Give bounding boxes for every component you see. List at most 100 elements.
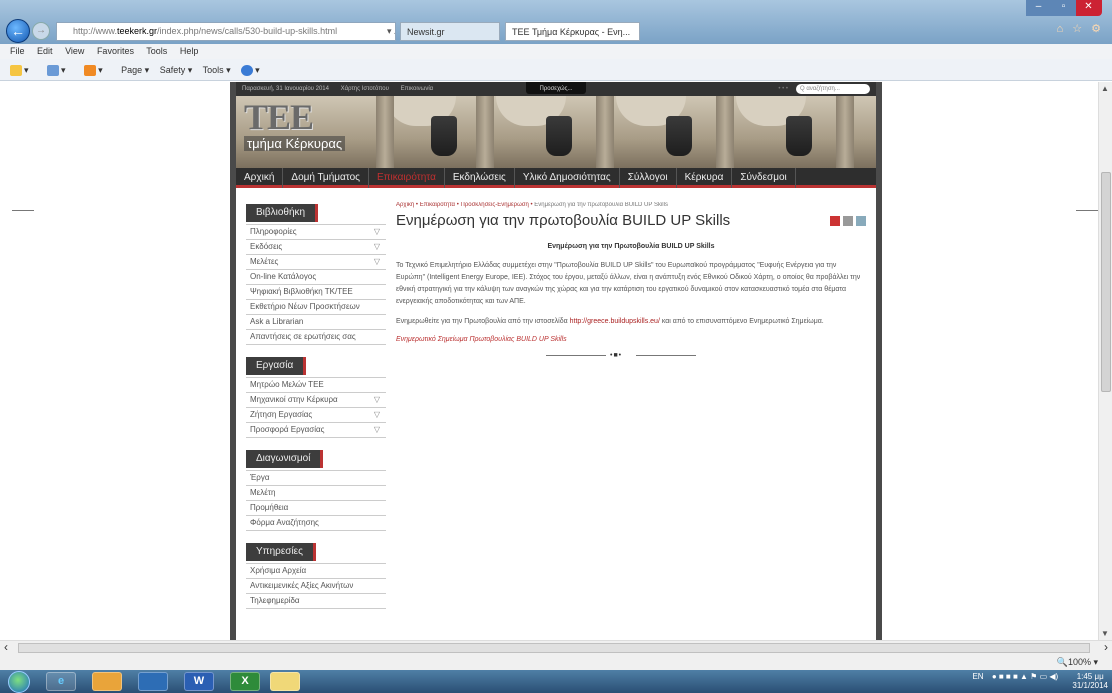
sidebar-item-label: Ψηφιακή Βιβλιοθήκη ΤΚ/ΤΕΕ xyxy=(250,287,353,296)
header-banner: ΤΕΕ τμήμα Κέρκυρας xyxy=(236,96,876,168)
nav-corfu[interactable]: Κέρκυρα xyxy=(677,168,733,188)
back-button[interactable]: ← xyxy=(6,19,30,43)
address-bar[interactable]: http://www.teekerk.gr/index.php/news/cal… xyxy=(56,22,396,41)
sidebar-item[interactable]: Μηχανικοί στην Κέρκυρα ▽ xyxy=(246,393,386,408)
contact-link[interactable]: Επικοινωνία xyxy=(401,86,434,92)
tab-newsit[interactable]: Newsit.gr xyxy=(400,22,500,41)
clock[interactable]: 1:45 μμ 31/1/2014 xyxy=(1066,672,1108,690)
address-bar-icons[interactable]: ▾ ⌕ C xyxy=(387,23,395,40)
pdf-icon[interactable] xyxy=(830,216,840,226)
sidebar-item[interactable]: Προμήθεια xyxy=(246,501,386,516)
media-taskbar-button[interactable] xyxy=(138,672,168,691)
help-icon xyxy=(241,65,254,77)
email-icon[interactable] xyxy=(856,216,866,226)
banner-pillar xyxy=(836,96,854,168)
breadcrumb-separator: • xyxy=(456,202,459,208)
sidebar-item[interactable]: Φόρμα Αναζήτησης xyxy=(246,516,386,531)
sidebar-item-label: On-line Κατάλογος xyxy=(250,272,317,281)
chevron-down-icon: ▽ xyxy=(373,227,380,236)
minimize-button[interactable]: – xyxy=(1026,0,1051,16)
menu-tools[interactable]: Tools xyxy=(146,46,167,56)
horizontal-scrollbar[interactable]: ‹ › xyxy=(0,640,1112,654)
explorer-taskbar-button[interactable] xyxy=(92,672,122,691)
attachment-link[interactable]: Ενημερωτικό Σημείωμα Πρωτοβουλίας BUILD … xyxy=(396,336,866,343)
breadcrumb-home[interactable]: Αρχική xyxy=(396,202,414,208)
tray-icons[interactable]: ● ■ ■ ■ ▲ ⚑ ▭ ◀) xyxy=(992,672,1058,681)
sidebar-item[interactable]: Εκθετήριο Νέων Προσκτήσεων xyxy=(246,300,386,315)
breadcrumb-current: Ενημέρωση για την πρωτοβουλία BUILD UP S… xyxy=(534,202,668,208)
sidebar-item[interactable]: Μελέτη xyxy=(246,486,386,501)
sidebar-item[interactable]: Μητρώο Μελών ΤΕΕ xyxy=(246,378,386,393)
maximize-button[interactable]: ▫ xyxy=(1051,0,1076,16)
sidebar-item[interactable]: Ζήτηση Εργασίας ▽ xyxy=(246,408,386,423)
menu-favorites[interactable]: Favorites xyxy=(97,46,134,56)
cmd-favorites[interactable]: ▾ xyxy=(10,65,37,77)
sitemap-link[interactable]: Χάρτης Ιστοτόπου xyxy=(341,86,389,92)
scroll-right-icon[interactable]: › xyxy=(1104,640,1108,654)
tab-tee[interactable]: TEE Τμήμα Κέρκυρας - Ενη...× xyxy=(505,22,640,41)
url-path: /index.php/news/calls/530-build-up-skill… xyxy=(157,26,338,36)
breadcrumb-news[interactable]: Επικαιρότητα xyxy=(420,202,455,208)
nav-events[interactable]: Εκδηλώσεις xyxy=(445,168,515,188)
close-window-button[interactable]: ✕ xyxy=(1076,0,1101,16)
nav-links[interactable]: Σύνδεσμοι xyxy=(732,168,796,188)
sidebar-item[interactable]: Πληροφορίες ▽ xyxy=(246,225,386,240)
cmd-tools[interactable]: Tools ▾ xyxy=(203,65,231,75)
sidebar-item-label: Ζήτηση Εργασίας xyxy=(250,410,313,419)
sidebar-item[interactable]: Ask a Librarian xyxy=(246,315,386,330)
url-prefix: http://www. xyxy=(73,26,118,36)
menu-file[interactable]: File xyxy=(10,46,25,56)
chevron-down-icon: ▽ xyxy=(373,425,380,434)
scroll-thumb[interactable] xyxy=(18,643,1090,653)
notes-taskbar-button[interactable] xyxy=(270,672,300,691)
site-search-input[interactable]: Q αναζήτηση... xyxy=(796,84,870,94)
sidebar-item[interactable]: Προσφορά Εργασίας ▽ xyxy=(246,423,386,438)
language-indicator[interactable]: EN xyxy=(972,672,983,681)
nav-news[interactable]: Επικαιρότητα xyxy=(369,168,445,188)
menu-view[interactable]: View xyxy=(65,46,84,56)
sidebar-item-label: Χρήσιμα Αρχεία xyxy=(250,566,307,575)
site-logo[interactable]: ΤΕΕ τμήμα Κέρκυρας xyxy=(244,98,346,151)
sidebar-heading: Εργασία xyxy=(246,357,307,375)
sidebar-item[interactable]: Χρήσιμα Αρχεία xyxy=(246,564,386,579)
sidebar-item[interactable]: Αντικειμενικές Αξίες Ακινήτων xyxy=(246,579,386,594)
scroll-up-icon[interactable]: ▲ xyxy=(1101,84,1109,93)
sidebar-item[interactable]: Απαντήσεις σε ερωτήσεις σας xyxy=(246,330,386,345)
cmd-feeds[interactable]: ▾ xyxy=(84,65,111,77)
font-size-dots[interactable]: • • • xyxy=(778,82,788,96)
breadcrumb-separator: • xyxy=(415,202,419,208)
sidebar-item[interactable]: Τηλεφημερίδα xyxy=(246,594,386,609)
upcoming-popup[interactable]: Προσεχώς... xyxy=(526,82,586,94)
buildupskills-link[interactable]: http://greece.buildupskills.eu/ xyxy=(570,318,660,325)
cmd-safety[interactable]: Safety ▾ xyxy=(160,65,193,75)
cmd-page[interactable]: Page ▾ xyxy=(121,65,149,75)
menu-help[interactable]: Help xyxy=(180,46,199,56)
scroll-left-icon[interactable]: ‹ xyxy=(4,640,8,654)
separator-line xyxy=(636,355,696,356)
breadcrumb-calls[interactable]: Προσκλήσεις-Ενημέρωση xyxy=(460,202,528,208)
excel-taskbar-button[interactable]: X xyxy=(230,672,260,691)
vertical-scrollbar[interactable]: ▲ ▼ xyxy=(1098,82,1112,640)
cmd-home[interactable]: ▾ xyxy=(47,65,74,77)
scroll-thumb[interactable] xyxy=(1101,172,1111,392)
start-button[interactable] xyxy=(8,671,30,693)
nav-home[interactable]: Αρχική xyxy=(236,168,284,188)
sidebar-item[interactable]: Ψηφιακή Βιβλιοθήκη ΤΚ/ΤΕΕ xyxy=(246,285,386,300)
sidebar-item[interactable]: Εκδόσεις ▽ xyxy=(246,240,386,255)
paragraph-text: Ενημερωθείτε για την Πρωτοβουλία από την… xyxy=(396,318,570,325)
ie-taskbar-button[interactable]: e xyxy=(46,672,76,691)
print-icon[interactable] xyxy=(843,216,853,226)
nav-publicity[interactable]: Υλικό Δημοσιότητας xyxy=(515,168,620,188)
nav-associations[interactable]: Σύλλογοι xyxy=(620,168,677,188)
sidebar-item[interactable]: On-line Κατάλογος xyxy=(246,270,386,285)
nav-structure[interactable]: Δομή Τμήματος xyxy=(283,168,369,188)
cmd-help[interactable]: ▾ xyxy=(241,65,268,77)
word-taskbar-button[interactable]: W xyxy=(184,672,214,691)
sidebar-item[interactable]: Μελέτες ▽ xyxy=(246,255,386,270)
home-favorites-settings-icons[interactable]: ⌂ ☆ ⚙ xyxy=(1057,22,1104,35)
sidebar-item[interactable]: Έργα xyxy=(246,471,386,486)
forward-button[interactable]: → xyxy=(32,22,50,40)
scroll-down-icon[interactable]: ▼ xyxy=(1101,629,1109,638)
menu-edit[interactable]: Edit xyxy=(37,46,53,56)
zoom-level[interactable]: 🔍100% ▾ xyxy=(1057,657,1098,667)
